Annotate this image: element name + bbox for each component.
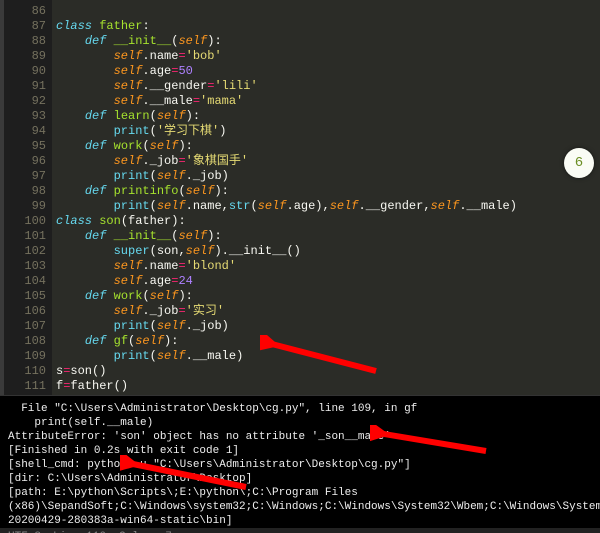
console-line: AttributeError: 'son' object has no attr… (8, 430, 592, 444)
line-number: 97 (4, 169, 46, 184)
line-number: 107 (4, 319, 46, 334)
code-line[interactable]: class son(father): (56, 214, 600, 229)
badge-value: 6 (575, 155, 583, 171)
code-line[interactable]: def printinfo(self): (56, 184, 600, 199)
code-line[interactable]: def __init__(self): (56, 34, 600, 49)
line-number: 100 (4, 214, 46, 229)
code-line[interactable]: print(self._job) (56, 319, 600, 334)
line-number: 93 (4, 109, 46, 124)
console-line: print(self.__male) (8, 416, 592, 430)
line-number: 106 (4, 304, 46, 319)
line-number: 99 (4, 199, 46, 214)
code-line[interactable]: super(son,self).__init__() (56, 244, 600, 259)
code-line[interactable]: def __init__(self): (56, 229, 600, 244)
console-line: [shell_cmd: python -u "C:\Users\Administ… (8, 458, 592, 472)
console-line: [Finished in 0.2s with exit code 1] (8, 444, 592, 458)
code-line[interactable]: def gf(self): (56, 334, 600, 349)
code-line[interactable]: print(self.name,str(self.age),self.__gen… (56, 199, 600, 214)
line-number: 109 (4, 349, 46, 364)
console-line: [dir: C:\Users\Administrator\Desktop] (8, 472, 592, 486)
line-number: 103 (4, 259, 46, 274)
code-line[interactable]: s=son() (56, 364, 600, 379)
console-line: File "C:\Users\Administrator\Desktop\cg.… (8, 402, 592, 416)
code-line[interactable]: self._job='象棋国手' (56, 154, 600, 169)
line-number: 112 (4, 394, 46, 395)
line-number: 86 (4, 4, 46, 19)
line-number: 102 (4, 244, 46, 259)
code-area[interactable]: class father: def __init__(self): self.n… (52, 0, 600, 395)
code-line[interactable]: f.work() (56, 394, 600, 395)
line-number: 104 (4, 274, 46, 289)
build-output-console[interactable]: File "C:\Users\Administrator\Desktop\cg.… (0, 395, 600, 528)
code-line[interactable]: print(self.__male) (56, 349, 600, 364)
console-line: [path: E:\python\Scripts\;E:\python\;C:\… (8, 486, 592, 528)
line-number: 110 (4, 364, 46, 379)
code-line[interactable]: def work(self): (56, 139, 600, 154)
line-number: 101 (4, 229, 46, 244)
code-line[interactable]: self.__male='mama' (56, 94, 600, 109)
status-bar: UTF-8 Line 116, Column 7 (0, 528, 600, 533)
code-line[interactable]: def work(self): (56, 289, 600, 304)
code-line[interactable]: f=father() (56, 379, 600, 394)
line-number: 89 (4, 49, 46, 64)
hint-badge: 6 (564, 148, 594, 178)
line-number: 92 (4, 94, 46, 109)
line-number: 95 (4, 139, 46, 154)
code-editor[interactable]: 8687888990919293949596979899100101102103… (0, 0, 600, 395)
line-number: 98 (4, 184, 46, 199)
status-encoding: UTF-8 (8, 528, 41, 533)
code-line[interactable]: self.__gender='lili' (56, 79, 600, 94)
code-line[interactable]: self.age=24 (56, 274, 600, 289)
status-line-col: Line 116, Column 7 (53, 528, 172, 533)
code-line[interactable]: self._job='实习' (56, 304, 600, 319)
line-number: 108 (4, 334, 46, 349)
code-line[interactable]: def learn(self): (56, 109, 600, 124)
line-number: 90 (4, 64, 46, 79)
line-number-gutter: 8687888990919293949596979899100101102103… (4, 0, 52, 395)
line-number: 87 (4, 19, 46, 34)
line-number: 105 (4, 289, 46, 304)
code-line[interactable]: self.name='blond' (56, 259, 600, 274)
code-line[interactable]: self.age=50 (56, 64, 600, 79)
code-line[interactable]: print('学习下棋') (56, 124, 600, 139)
code-line[interactable]: self.name='bob' (56, 49, 600, 64)
line-number: 88 (4, 34, 46, 49)
line-number: 94 (4, 124, 46, 139)
code-line[interactable]: print(self._job) (56, 169, 600, 184)
code-line[interactable]: class father: (56, 19, 600, 34)
code-line[interactable] (56, 4, 600, 19)
line-number: 91 (4, 79, 46, 94)
line-number: 96 (4, 154, 46, 169)
line-number: 111 (4, 379, 46, 394)
